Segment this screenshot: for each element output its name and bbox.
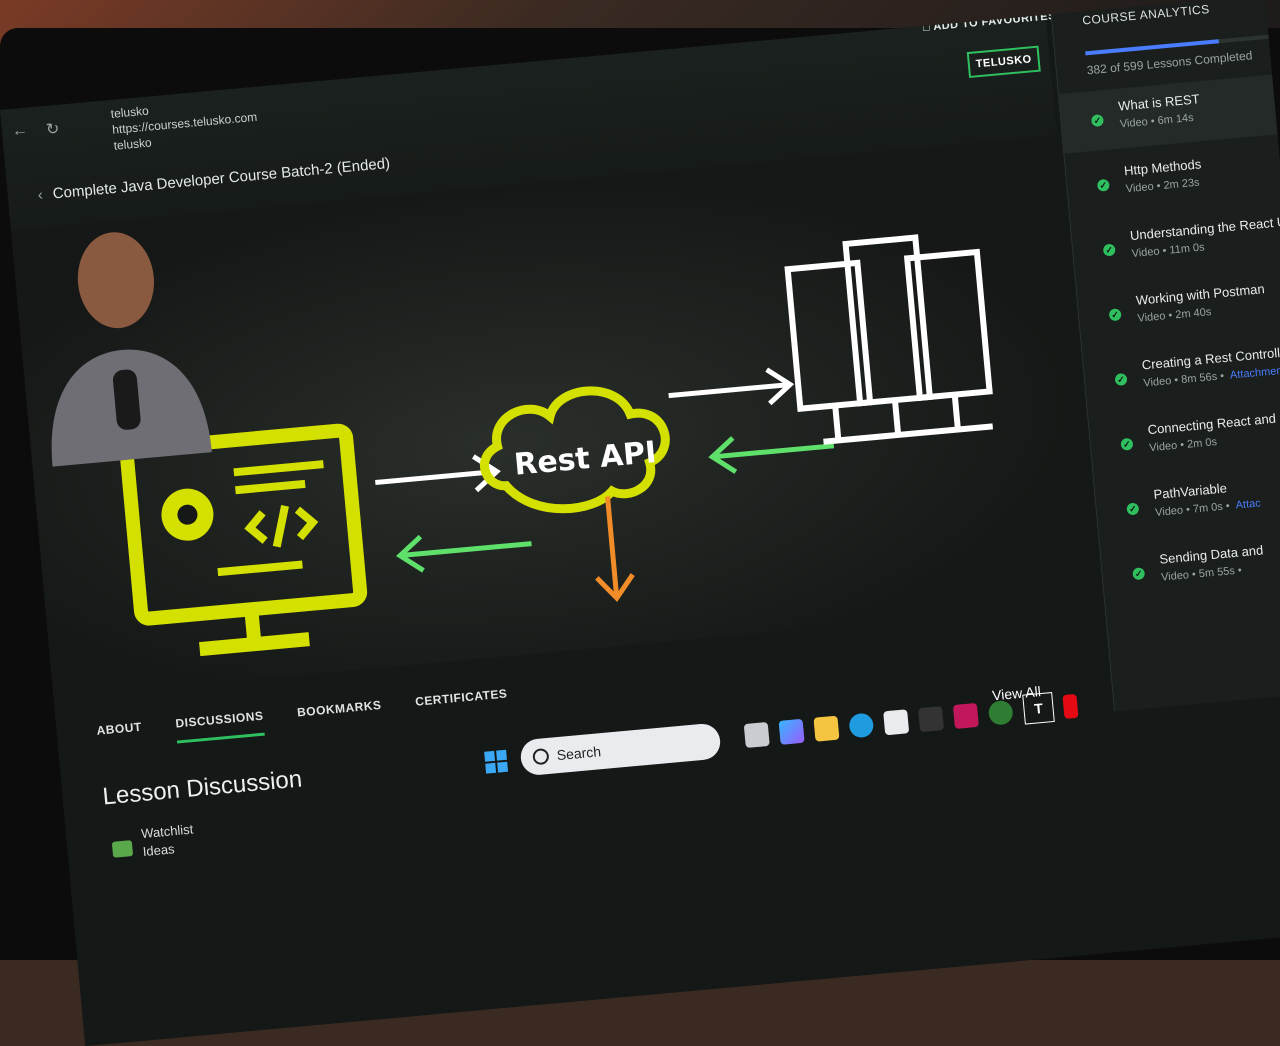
lesson-meta: Video • 5m 55s • bbox=[1161, 564, 1243, 583]
check-icon: ✓ bbox=[1126, 502, 1140, 516]
code-lines-icon bbox=[217, 460, 324, 577]
tab-discussions[interactable]: DISCUSSIONS bbox=[174, 708, 266, 744]
lesson-duration: Video • 2m 0s bbox=[1148, 436, 1218, 455]
check-icon: ✓ bbox=[1120, 437, 1134, 451]
tab-bookmarks[interactable]: BOOKMARKS bbox=[297, 698, 384, 733]
lesson-duration: Video • 2m 40s bbox=[1137, 306, 1212, 325]
lesson-meta: Video • 6m 14s bbox=[1119, 112, 1194, 131]
check-icon: ✓ bbox=[1114, 372, 1128, 387]
lesson-meta: Video • 7m 0s • Attac bbox=[1155, 497, 1261, 519]
browser-nav: ← ↻ bbox=[11, 119, 60, 143]
tab-about[interactable]: ABOUT bbox=[96, 720, 143, 751]
lesson-name: Working with Postman bbox=[1135, 281, 1266, 308]
reload-icon[interactable]: ↻ bbox=[45, 119, 60, 140]
watchlist-sub: Ideas bbox=[142, 841, 176, 860]
lesson-duration: Video • 11m 0s bbox=[1131, 241, 1206, 260]
tab-certificates[interactable]: CERTIFICATES bbox=[415, 686, 510, 721]
arrow-down-icon bbox=[595, 496, 635, 603]
lesson-name: Understanding the React UI bbox=[1129, 213, 1280, 244]
lesson-duration: Video • 5m 55s • bbox=[1160, 564, 1243, 584]
back-arrow-icon[interactable]: ← bbox=[11, 122, 29, 143]
edge-browser-icon[interactable] bbox=[848, 712, 875, 739]
lesson-duration: Video • 8m 56s • bbox=[1142, 370, 1225, 390]
arrow-left-icon bbox=[708, 436, 835, 474]
lesson-name: What is REST bbox=[1117, 91, 1201, 114]
course-title-text: Complete Java Developer Course Batch-2 (… bbox=[52, 154, 391, 203]
app-icon[interactable] bbox=[918, 706, 945, 733]
lesson-name: Connecting React and S bbox=[1147, 409, 1280, 438]
task-view-icon[interactable] bbox=[743, 721, 770, 749]
arrow-left-icon bbox=[395, 534, 532, 573]
cloud-label: Rest API bbox=[513, 435, 658, 483]
video-caption: Representational State Transfer (REST) bbox=[403, 620, 981, 697]
file-explorer-icon[interactable] bbox=[813, 715, 840, 742]
attachment-link[interactable]: Attachment bbox=[1229, 365, 1280, 382]
windows-taskbar: Search T bbox=[479, 678, 1102, 794]
lesson-meta: Video • 11m 0s bbox=[1131, 241, 1205, 260]
lesson-duration: Video • 6m 14s bbox=[1119, 111, 1195, 131]
check-icon: ✓ bbox=[1132, 567, 1146, 581]
lesson-duration: Video • 7m 0s • bbox=[1154, 500, 1231, 519]
watchlist-widget[interactable]: Watchlist Ideas bbox=[111, 820, 196, 863]
lesson-meta: Video • 2m 23s bbox=[1125, 177, 1200, 196]
check-icon: ✓ bbox=[1096, 178, 1110, 192]
instagram-icon[interactable] bbox=[952, 702, 979, 729]
presenter-video bbox=[51, 232, 212, 467]
arrow-right-icon bbox=[375, 454, 501, 493]
monitor-icon bbox=[120, 423, 368, 657]
check-icon: ✓ bbox=[1102, 243, 1116, 257]
lesson-name: PathVariable bbox=[1152, 480, 1228, 502]
lesson-meta: Video • 2m 40s bbox=[1137, 306, 1212, 325]
search-label: Search bbox=[556, 743, 602, 764]
taskbar-search[interactable]: Search bbox=[519, 722, 722, 777]
lesson-name: Http Methods bbox=[1123, 156, 1202, 179]
lesson-meta: Video • 2m 0s bbox=[1149, 436, 1218, 454]
lesson-name: Sending Data and bbox=[1158, 542, 1264, 567]
brand-badge: TELUSKO bbox=[966, 45, 1041, 79]
site-info: telusko https://courses.telusko.com telu… bbox=[110, 93, 259, 154]
telusko-app-icon[interactable]: T bbox=[1022, 692, 1055, 725]
check-icon: ✓ bbox=[1090, 114, 1104, 128]
course-analytics-sidebar: COURSE ANALYTICS 382 of 599 Lessons Comp… bbox=[1045, 0, 1280, 712]
chevron-left-icon[interactable]: ‹ bbox=[37, 186, 44, 203]
video-player[interactable]: Rest API Representational State Transfer… bbox=[10, 134, 1100, 703]
arrow-right-icon bbox=[668, 367, 795, 406]
xbox-icon[interactable] bbox=[987, 699, 1014, 726]
windows-start-icon[interactable] bbox=[484, 749, 509, 774]
watchlist-icon bbox=[111, 840, 134, 858]
course-title[interactable]: ‹ Complete Java Developer Course Batch-2 … bbox=[37, 155, 391, 204]
lesson-discussion-heading: Lesson Discussion bbox=[101, 765, 304, 811]
search-icon bbox=[532, 747, 550, 766]
laptop-screen: ← ↻ telusko https://courses.telusko.com … bbox=[0, 0, 1280, 1046]
attachment-link[interactable]: Attac bbox=[1235, 497, 1261, 511]
server-rack-icon bbox=[784, 234, 994, 445]
check-icon: ✓ bbox=[1108, 308, 1122, 322]
lesson-tabs: ABOUT DISCUSSIONS BOOKMARKS CERTIFICATES bbox=[96, 686, 509, 750]
store-icon[interactable] bbox=[883, 709, 910, 736]
copilot-icon[interactable] bbox=[778, 718, 805, 745]
netflix-icon[interactable] bbox=[1062, 693, 1079, 720]
lesson-duration: Video • 2m 23s bbox=[1125, 176, 1201, 196]
